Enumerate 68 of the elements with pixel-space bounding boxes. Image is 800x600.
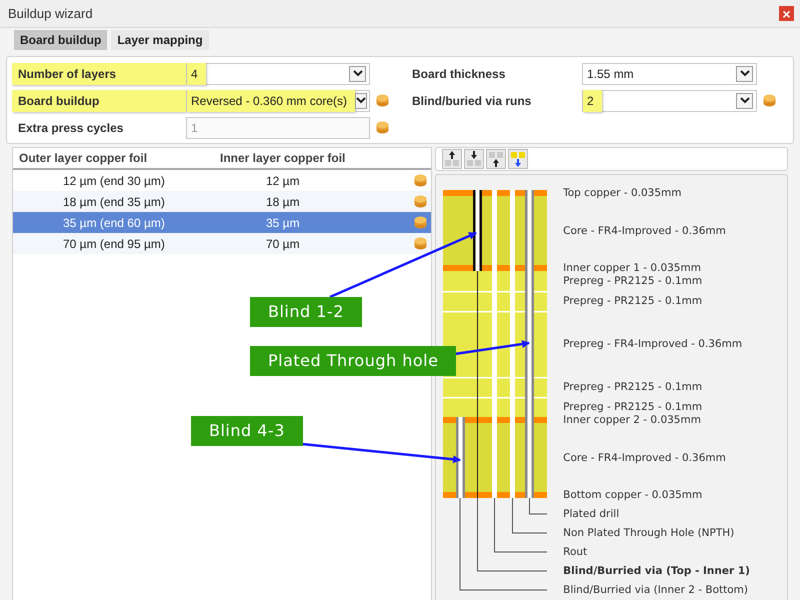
toolbar-button[interactable] <box>486 149 506 169</box>
table-cell-text: 70 µm <box>265 236 301 252</box>
arrow-up-icon <box>443 150 462 168</box>
table-row[interactable]: 35 µm (end 60 µm) 35 µm <box>13 212 432 233</box>
coin-icon[interactable] <box>376 94 388 107</box>
tab[interactable]: Board buildup <box>14 30 108 50</box>
close-button[interactable]: × <box>779 6 794 21</box>
toolbar-button[interactable] <box>442 149 462 169</box>
dropdown-button[interactable] <box>736 66 753 82</box>
field-value: 2 <box>583 90 602 112</box>
layer-label: Core - FR4-Improved - 0.36mm <box>563 452 726 464</box>
dropdown-button[interactable] <box>349 66 366 82</box>
layer-label: Inner copper 2 - 0.035mm <box>563 414 701 426</box>
table-cell-text: 18 µm (end 35 µm) <box>62 194 166 210</box>
table-cell-text: 35 µm <box>265 214 301 232</box>
toolbar-button[interactable] <box>464 149 484 169</box>
table-cell-text: 70 µm (end 95 µm) <box>62 236 166 252</box>
window-title: Buildup wizard <box>8 4 93 23</box>
legend-label: Rout <box>563 546 588 558</box>
coin-icon[interactable] <box>414 195 427 208</box>
layer-label: Prepreg - PR2125 - 0.1mm <box>563 381 702 393</box>
column-header: Inner layer copper foil <box>220 150 346 167</box>
coin-icon[interactable] <box>414 174 427 187</box>
tab[interactable]: Layer mapping <box>111 30 209 50</box>
field-value: 1.55 mm <box>586 66 635 82</box>
layer-label: Top copper - 0.035mm <box>563 187 682 199</box>
arrow-up-icon <box>487 150 506 168</box>
layer-label: Inner copper 1 - 0.035mm <box>563 262 701 274</box>
field-label: Number of layers <box>12 62 186 84</box>
table-cell-text: 12 µm <box>265 172 301 190</box>
field-value: 4 <box>187 62 206 84</box>
callout-label: Blind 4-3 <box>191 416 303 446</box>
legend-label: Non Plated Through Hole (NPTH) <box>563 527 734 539</box>
table-cell-text: 18 µm <box>265 194 301 210</box>
chevron-down-icon <box>356 97 366 104</box>
layer-label: Prepreg - PR2125 - 0.1mm <box>563 275 702 287</box>
legend-label: Blind/Burried via (Top - Inner 1) <box>563 565 750 577</box>
table-row[interactable]: 70 µm (end 95 µm) 70 µm <box>13 233 432 254</box>
dropdown-button[interactable] <box>736 92 753 108</box>
select-field[interactable]: 2 <box>582 90 757 112</box>
field-label: Board buildup <box>12 90 186 112</box>
callout-label: Plated Through hole <box>250 346 456 376</box>
table-cell-text: 12 µm (end 30 µm) <box>62 172 166 190</box>
field-label: Board thickness <box>411 66 506 82</box>
layer-label: Core - FR4-Improved - 0.36mm <box>563 224 726 236</box>
field-label: Blind/buried via runs <box>411 92 532 110</box>
field-label: Extra press cycles <box>17 120 124 136</box>
legend-label: Blind/Burried via (Inner 2 - Bottom) <box>563 584 748 596</box>
field-value: 1 <box>190 120 199 136</box>
arrow-down-icon <box>465 150 484 168</box>
column-header: Outer layer copper foil <box>18 150 148 167</box>
callout-label: Blind 1-2 <box>250 297 362 327</box>
arrow-down-icon <box>509 150 528 168</box>
layer-label: Prepreg - PR2125 - 0.1mm <box>563 401 702 413</box>
coin-icon[interactable] <box>414 237 427 250</box>
layer-label: Bottom copper - 0.035mm <box>563 489 702 501</box>
dropdown-button[interactable] <box>355 92 368 108</box>
legend-label: Plated drill <box>563 508 620 520</box>
layer-label: Prepreg - PR2125 - 0.1mm <box>563 295 702 307</box>
table-cell-text: 35 µm (end 60 µm) <box>62 214 166 232</box>
layer-label: Prepreg - FR4-Improved - 0.36mm <box>563 338 742 350</box>
select-field[interactable]: 4 <box>186 62 370 84</box>
chevron-down-icon <box>352 70 362 77</box>
table-row[interactable]: 18 µm (end 35 µm) 18 µm <box>13 191 432 212</box>
chevron-down-icon <box>740 70 750 77</box>
chevron-down-icon <box>740 97 750 104</box>
coin-icon[interactable] <box>762 94 776 107</box>
select-field[interactable]: 1.55 mm <box>582 62 757 84</box>
